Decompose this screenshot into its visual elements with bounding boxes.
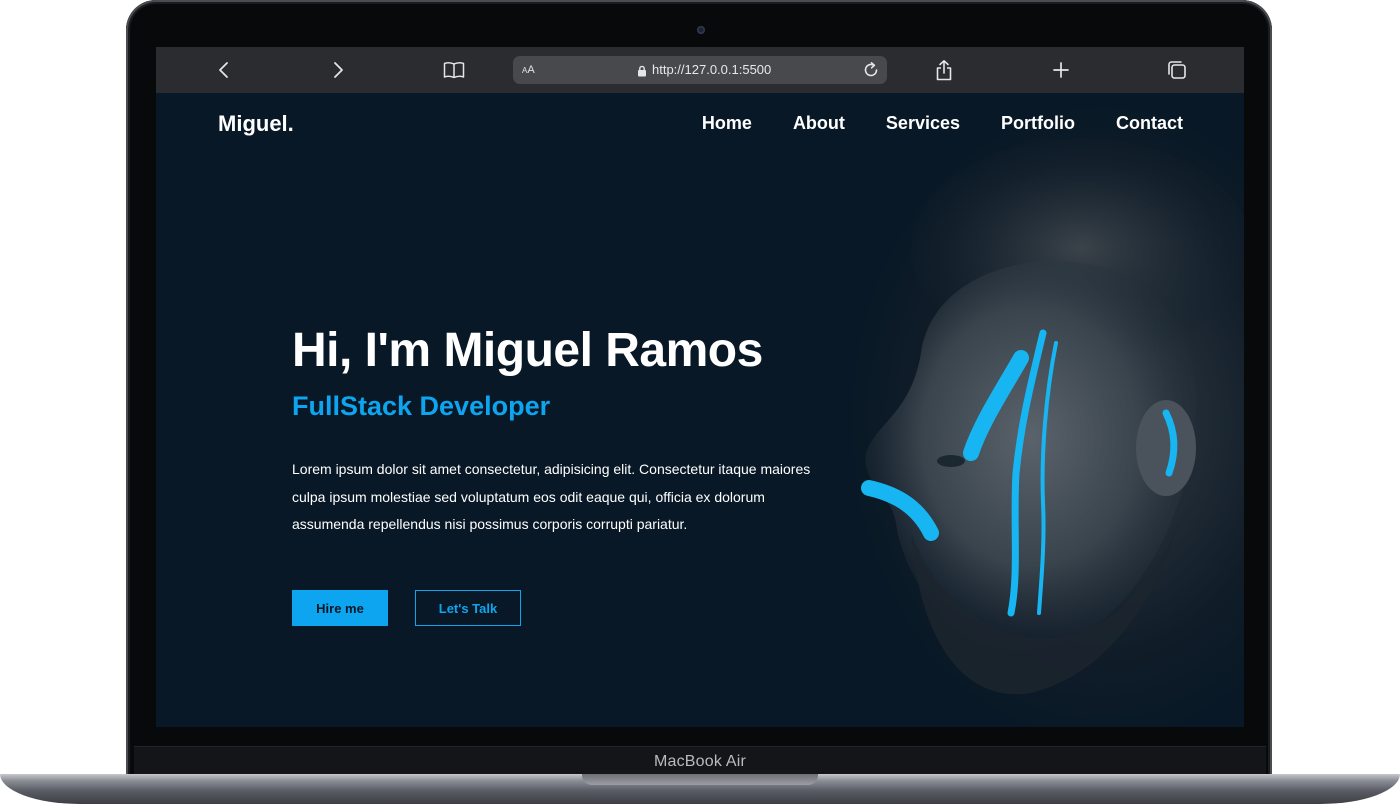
camera [697,26,705,34]
hero-description: Lorem ipsum dolor sit amet consectetur, … [292,461,811,532]
url-text: http://127.0.0.1:5500 [652,62,772,77]
bookmarks-button[interactable] [442,58,466,82]
reader-button[interactable]: AA [522,64,535,76]
hero-subtitle: FullStack Developer [292,391,551,421]
chevron-right-icon [334,62,343,78]
laptop-screen: AA http://127.0.0.1:5500 Miguel. Home Ab… [156,47,1244,727]
device-label: MacBook Air [653,753,746,770]
plus-icon [1053,62,1069,78]
hire-me-button[interactable]: Hire me [292,590,388,626]
hero-title: Hi, I'm Miguel Ramos [292,324,763,377]
nav-item-portfolio[interactable]: Portfolio [1001,113,1075,134]
back-button[interactable] [212,58,236,82]
nav-item-services[interactable]: Services [886,113,960,134]
nav-item-contact[interactable]: Contact [1116,113,1183,134]
tabs-icon [1168,61,1186,79]
laptop-notch [582,774,818,785]
share-icon [936,60,952,81]
browser-toolbar: AA http://127.0.0.1:5500 [156,47,1244,93]
address-bar[interactable]: AA http://127.0.0.1:5500 [513,56,887,84]
book-icon [443,62,465,79]
site-logo[interactable]: Miguel. [218,111,294,137]
new-tab-button[interactable] [1049,58,1073,82]
tabs-overview-button[interactable] [1165,58,1189,82]
nav-item-about[interactable]: About [793,113,845,134]
nav-item-home[interactable]: Home [702,113,752,134]
lets-talk-button[interactable]: Let's Talk [415,590,521,626]
lock-icon [637,64,647,82]
hero-portrait-image [781,93,1244,727]
share-button[interactable] [932,58,956,82]
reload-icon[interactable] [862,61,880,84]
chevron-left-icon [219,62,228,78]
web-page: Miguel. Home About Services Portfolio Co… [156,93,1244,727]
forward-button[interactable] [326,58,350,82]
main-nav: Home About Services Portfolio Contact [661,113,1183,134]
